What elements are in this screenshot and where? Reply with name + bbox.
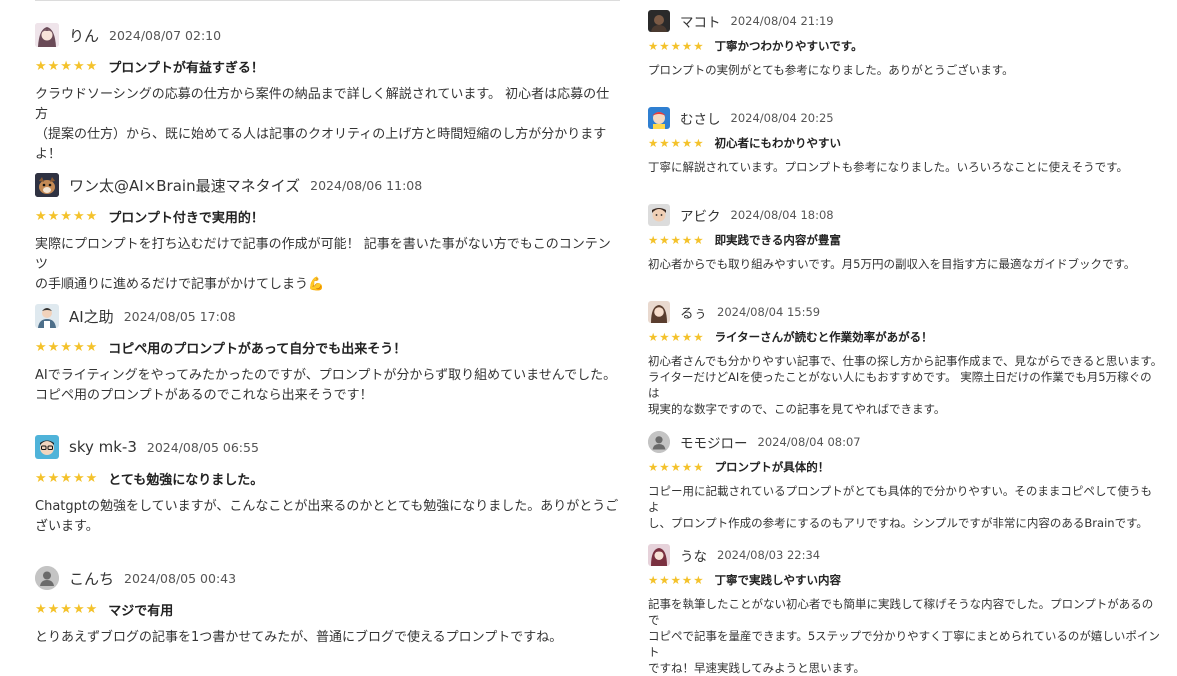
star-rating: ★★★★★	[648, 39, 705, 53]
review-date: 2024/08/07 02:10	[109, 27, 222, 43]
review-item: りん 2024/08/07 02:10 ★★★★★ プロンプトが有益すぎる！ ク…	[35, 22, 620, 165]
review-body: とりあえずブログの記事を1つ書かせてみたが、普通にブログで使えるプロンプトですね…	[35, 630, 563, 645]
default-user-avatar[interactable]	[35, 566, 59, 590]
star-rating: ★★★★★	[35, 339, 99, 355]
review-item: うな 2024/08/03 22:34 ★★★★★ 丁寧で実践しやすい内容 記事…	[648, 543, 1163, 676]
review-title: 丁寧かつわかりやすいです。	[714, 39, 863, 53]
face-avatar[interactable]	[648, 204, 670, 226]
review-item: sky mk-3 2024/08/05 06:55 ★★★★★ とても勉強になり…	[35, 434, 620, 537]
star-rating: ★★★★★	[35, 208, 99, 224]
star-rating: ★★★★★	[648, 573, 705, 587]
girl-avatar[interactable]	[648, 301, 670, 323]
review-body: AIでライティングをやってみたかったのですが、プロンプトが分からず取り組めていま…	[35, 368, 617, 403]
anime-girl-avatar[interactable]	[35, 23, 59, 47]
review-title: マジで有用	[108, 603, 174, 619]
review-item: こんち 2024/08/05 00:43 ★★★★★ マジで有用 とりあえずブロ…	[35, 565, 620, 648]
reviewer-name[interactable]: うな	[680, 545, 707, 565]
review-title: ライターさんが読むと作業効率があがる！	[714, 330, 933, 344]
review-date: 2024/08/04 18:08	[730, 208, 834, 222]
review-title: とても勉強になりました。	[108, 472, 264, 488]
review-title: 即実践できる内容が豊富	[714, 233, 841, 247]
review-title: 初心者にもわかりやすい	[714, 136, 842, 150]
reviewer-name[interactable]: こんち	[69, 568, 114, 589]
dog-avatar[interactable]	[35, 173, 59, 197]
anime-avatar[interactable]	[648, 544, 670, 566]
top-divider	[35, 0, 620, 1]
star-rating: ★★★★★	[35, 58, 99, 74]
star-rating: ★★★★★	[35, 470, 99, 486]
review-title: プロンプトが具体的！	[714, 460, 830, 474]
review-date: 2024/08/05 17:08	[123, 308, 236, 324]
review-title: コピペ用のプロンプトがあって自分でも出来そう！	[108, 341, 407, 357]
review-item: るぅ 2024/08/04 15:59 ★★★★★ ライターさんが読むと作業効率…	[648, 300, 1163, 417]
review-body: 初心者からでも取り組みやすいです。月5万円の副収入を目指す方に最適なガイドブック…	[648, 257, 1136, 271]
review-title: プロンプトが有益すぎる！	[108, 60, 264, 76]
reviewer-name[interactable]: ワン太@AI×Brain最速マネタイズ	[69, 175, 300, 196]
star-rating: ★★★★★	[648, 233, 705, 247]
review-date: 2024/08/04 15:59	[717, 305, 821, 319]
review-item: アビク 2024/08/04 18:08 ★★★★★ 即実践できる内容が豊富 初…	[648, 203, 1163, 272]
reviewer-name[interactable]: りん	[69, 25, 99, 46]
review-date: 2024/08/03 22:34	[717, 548, 821, 562]
reviewer-name[interactable]: アビク	[680, 205, 721, 225]
person-avatar[interactable]	[35, 304, 59, 328]
review-date: 2024/08/06 11:08	[310, 177, 423, 193]
review-body: プロンプトの実例がとても参考になりました。ありがとうございます。	[648, 63, 1014, 77]
blue-character-avatar[interactable]	[648, 107, 670, 129]
reviewer-name[interactable]: むさし	[680, 108, 721, 128]
reviewer-name[interactable]: sky mk-3	[69, 438, 137, 456]
star-rating: ★★★★★	[35, 601, 99, 617]
glasses-avatar[interactable]	[35, 435, 59, 459]
review-title: プロンプト付きで実用的！	[108, 210, 264, 226]
reviewer-name[interactable]: マコト	[680, 11, 721, 31]
review-body: コピー用に記載されているプロンプトがとても具体的で分かりやすい。そのままコピペし…	[648, 484, 1153, 530]
default-user-avatar[interactable]	[648, 431, 670, 453]
review-date: 2024/08/05 00:43	[124, 570, 237, 586]
reviewer-name[interactable]: るぅ	[680, 302, 707, 322]
review-body: 実際にプロンプトを打ち込むだけで記事の作成が可能！ 記事を書いた事がない方でもこ…	[35, 237, 611, 292]
star-rating: ★★★★★	[648, 460, 705, 474]
review-body: Chatgptの勉強をしていますが、こんなことが出来るのかととても勉強になりまし…	[35, 499, 619, 534]
review-body: 記事を執筆したことがない初心者でも簡単に実践して稼げそうな内容でした。プロンプト…	[648, 597, 1160, 675]
reviewer-name[interactable]: モモジロー	[680, 432, 748, 452]
star-rating: ★★★★★	[648, 330, 705, 344]
review-date: 2024/08/05 06:55	[146, 439, 259, 455]
review-body: 丁寧に解説されています。プロンプトも参考になりました。いろいろなことに使えそうで…	[648, 160, 1129, 174]
star-rating: ★★★★★	[648, 136, 705, 150]
review-date: 2024/08/04 21:19	[730, 14, 834, 28]
review-item: モモジロー 2024/08/04 08:07 ★★★★★ プロンプトが具体的！ …	[648, 430, 1163, 531]
reviewer-name[interactable]: AI之助	[69, 306, 114, 327]
review-date: 2024/08/04 08:07	[757, 435, 861, 449]
review-item: ワン太@AI×Brain最速マネタイズ 2024/08/06 11:08 ★★★…	[35, 172, 620, 295]
review-item: AI之助 2024/08/05 17:08 ★★★★★ コピペ用のプロンプトがあ…	[35, 303, 620, 406]
review-body: 初心者さんでも分かりやすい記事で、仕事の探し方から記事作成まで、見ながらできると…	[648, 354, 1163, 416]
review-item: むさし 2024/08/04 20:25 ★★★★★ 初心者にもわかりやすい 丁…	[648, 106, 1163, 175]
dark-avatar[interactable]	[648, 10, 670, 32]
review-item: マコト 2024/08/04 21:19 ★★★★★ 丁寧かつわかりやすいです。…	[648, 9, 1163, 78]
review-title: 丁寧で実践しやすい内容	[714, 573, 841, 587]
review-date: 2024/08/04 20:25	[730, 111, 834, 125]
review-body: クラウドソーシングの応募の仕方から案件の納品まで詳しく解説されています。 初心者…	[35, 87, 610, 162]
